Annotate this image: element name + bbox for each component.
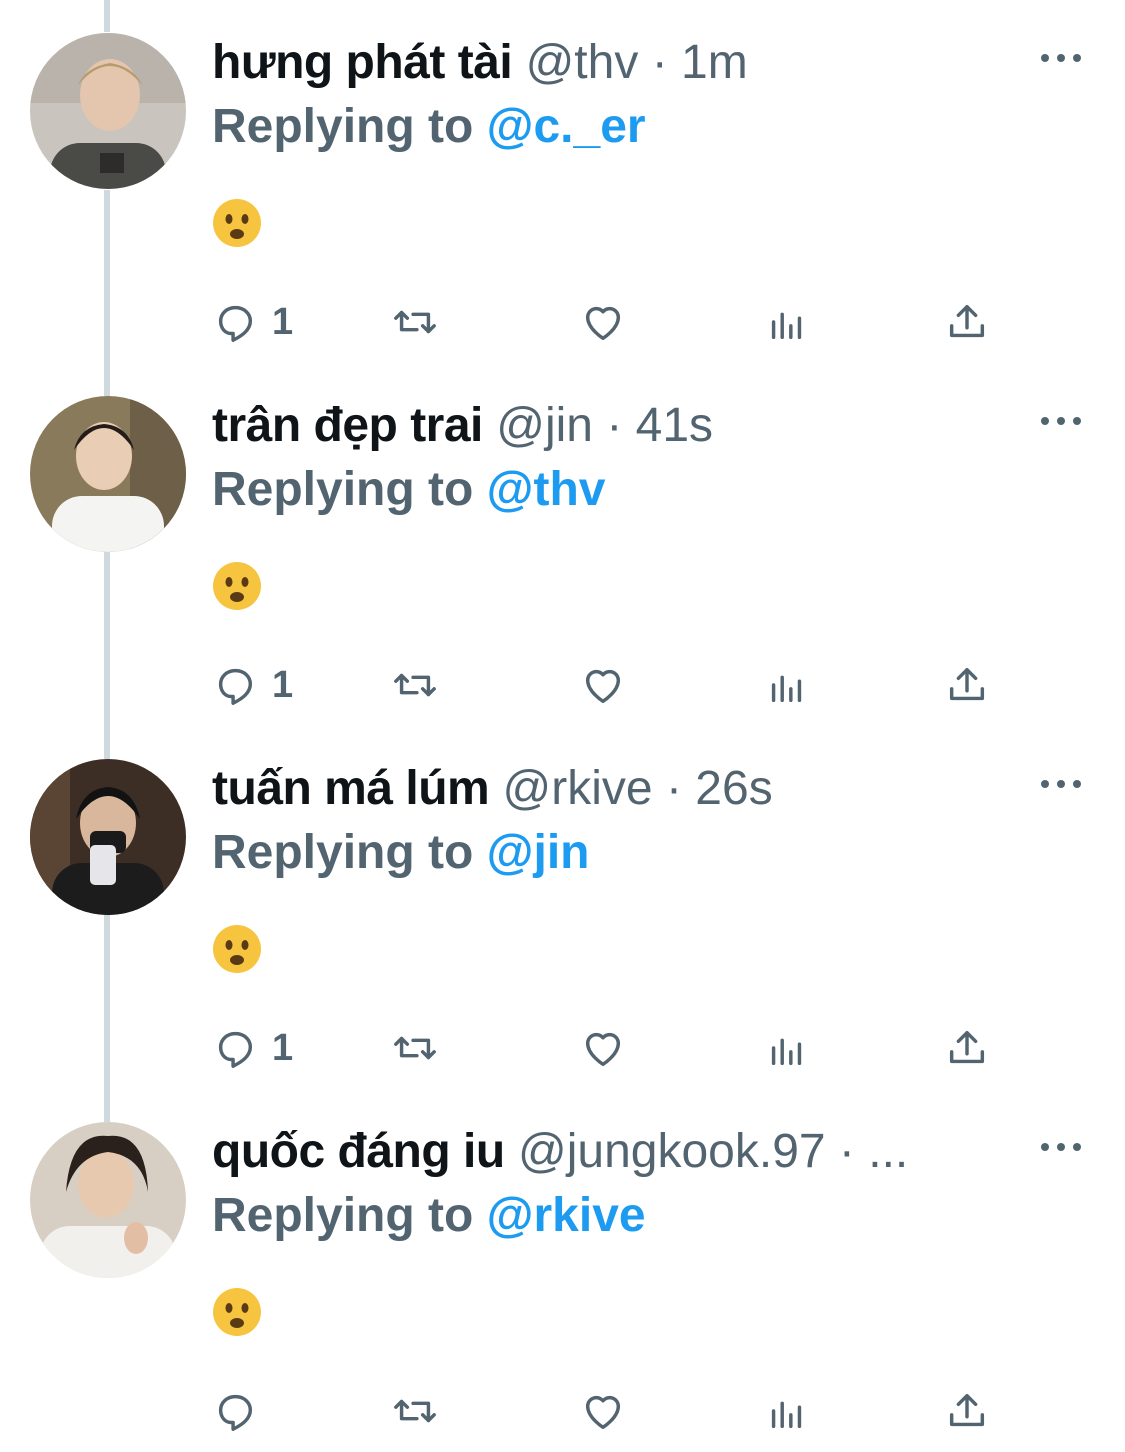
user-handle[interactable]: @thv bbox=[526, 36, 639, 89]
reply-icon bbox=[212, 299, 258, 345]
retweet-icon bbox=[392, 1388, 438, 1434]
timestamp[interactable]: 26s bbox=[695, 762, 772, 815]
reply-icon bbox=[212, 662, 258, 708]
replying-to: Replying to @jin bbox=[212, 822, 589, 884]
analytics-icon bbox=[764, 1025, 810, 1071]
display-name[interactable]: quốc đáng iu bbox=[212, 1125, 505, 1178]
analytics-button[interactable] bbox=[764, 659, 810, 711]
replying-to: Replying to @c._er bbox=[212, 96, 646, 158]
more-options-icon[interactable] bbox=[1041, 774, 1081, 794]
reply-button[interactable]: 1 bbox=[212, 1022, 293, 1074]
heart-icon bbox=[580, 299, 626, 345]
share-button[interactable] bbox=[944, 296, 990, 348]
share-button[interactable] bbox=[944, 1022, 990, 1074]
user-handle[interactable]: @jin bbox=[496, 399, 593, 452]
analytics-icon bbox=[764, 1388, 810, 1434]
analytics-button[interactable] bbox=[764, 296, 810, 348]
reply-mention-link[interactable]: @c._er bbox=[487, 100, 646, 153]
reply-icon bbox=[212, 1025, 258, 1071]
separator-dot: · bbox=[838, 1125, 855, 1178]
retweet-button[interactable] bbox=[392, 296, 438, 348]
heart-icon bbox=[580, 1025, 626, 1071]
share-button[interactable] bbox=[944, 659, 990, 711]
timestamp[interactable]: 1m bbox=[681, 36, 748, 89]
reply-mention-link[interactable]: @rkive bbox=[487, 1189, 646, 1242]
reply-count: 1 bbox=[272, 300, 294, 343]
replying-to-label: Replying to bbox=[212, 100, 474, 153]
avatar[interactable] bbox=[30, 759, 186, 915]
like-button[interactable] bbox=[580, 1385, 626, 1437]
separator-dot: · bbox=[665, 762, 682, 815]
separator-dot: · bbox=[651, 36, 668, 89]
share-button[interactable] bbox=[944, 1385, 990, 1437]
reply-count: 1 bbox=[272, 1026, 294, 1069]
frowning-face-emoji bbox=[212, 198, 262, 248]
reply-button[interactable]: 1 bbox=[212, 296, 293, 348]
share-icon bbox=[944, 299, 990, 345]
tweet-actions bbox=[212, 1385, 1012, 1437]
tweet-header: trân đẹp trai @jin · 41s bbox=[212, 395, 1015, 457]
reply-count: 1 bbox=[272, 663, 294, 706]
retweet-button[interactable] bbox=[392, 1022, 438, 1074]
tweet[interactable]: hưng phát tài @thv · 1m Replying to @c._… bbox=[0, 0, 1125, 363]
heart-icon bbox=[580, 662, 626, 708]
avatar[interactable] bbox=[30, 1122, 186, 1278]
reply-mention-link[interactable]: @jin bbox=[487, 826, 590, 879]
retweet-button[interactable] bbox=[392, 659, 438, 711]
frowning-face-emoji bbox=[212, 924, 262, 974]
analytics-button[interactable] bbox=[764, 1022, 810, 1074]
tweet-actions: 1 bbox=[212, 296, 1012, 348]
reply-icon bbox=[212, 1388, 258, 1434]
replying-to: Replying to @thv bbox=[212, 459, 605, 521]
reply-mention-link[interactable]: @thv bbox=[487, 463, 606, 516]
reply-button[interactable]: 1 bbox=[212, 659, 293, 711]
replying-to-label: Replying to bbox=[212, 1189, 474, 1242]
frowning-face-emoji bbox=[212, 1287, 262, 1337]
tweet[interactable]: tuấn má lúm @rkive · 26s Replying to @ji… bbox=[0, 726, 1125, 1089]
tweet-header: tuấn má lúm @rkive · 26s bbox=[212, 758, 1015, 820]
like-button[interactable] bbox=[580, 1022, 626, 1074]
tweet[interactable]: quốc đáng iu @jungkook.97 · ... Replying… bbox=[0, 1089, 1125, 1452]
tweet-header: quốc đáng iu @jungkook.97 · ... bbox=[212, 1121, 1015, 1183]
more-options-icon[interactable] bbox=[1041, 48, 1081, 68]
more-options-icon[interactable] bbox=[1041, 411, 1081, 431]
replying-to-label: Replying to bbox=[212, 463, 474, 516]
retweet-icon bbox=[392, 662, 438, 708]
display-name[interactable]: hưng phát tài bbox=[212, 36, 513, 89]
separator-dot: · bbox=[606, 399, 623, 452]
analytics-icon bbox=[764, 662, 810, 708]
truncation-ellipsis: ... bbox=[868, 1125, 909, 1178]
avatar[interactable] bbox=[30, 396, 186, 552]
analytics-button[interactable] bbox=[764, 1385, 810, 1437]
share-icon bbox=[944, 662, 990, 708]
heart-icon bbox=[580, 1388, 626, 1434]
reply-button[interactable] bbox=[212, 1385, 272, 1437]
share-icon bbox=[944, 1025, 990, 1071]
share-icon bbox=[944, 1388, 990, 1434]
like-button[interactable] bbox=[580, 659, 626, 711]
user-handle[interactable]: @jungkook.97 bbox=[518, 1125, 826, 1178]
retweet-icon bbox=[392, 299, 438, 345]
user-handle[interactable]: @rkive bbox=[503, 762, 653, 815]
tweet[interactable]: trân đẹp trai @jin · 41s Replying to @th… bbox=[0, 363, 1125, 726]
replying-to-label: Replying to bbox=[212, 826, 474, 879]
analytics-icon bbox=[764, 299, 810, 345]
display-name[interactable]: tuấn má lúm bbox=[212, 762, 490, 815]
retweet-icon bbox=[392, 1025, 438, 1071]
frowning-face-emoji bbox=[212, 561, 262, 611]
retweet-button[interactable] bbox=[392, 1385, 438, 1437]
tweet-header: hưng phát tài @thv · 1m bbox=[212, 32, 1015, 94]
tweet-actions: 1 bbox=[212, 1022, 1012, 1074]
tweet-actions: 1 bbox=[212, 659, 1012, 711]
like-button[interactable] bbox=[580, 296, 626, 348]
avatar[interactable] bbox=[30, 33, 186, 189]
timestamp[interactable]: 41s bbox=[636, 399, 713, 452]
display-name[interactable]: trân đẹp trai bbox=[212, 399, 483, 452]
more-options-icon[interactable] bbox=[1041, 1137, 1081, 1157]
replying-to: Replying to @rkive bbox=[212, 1185, 646, 1247]
